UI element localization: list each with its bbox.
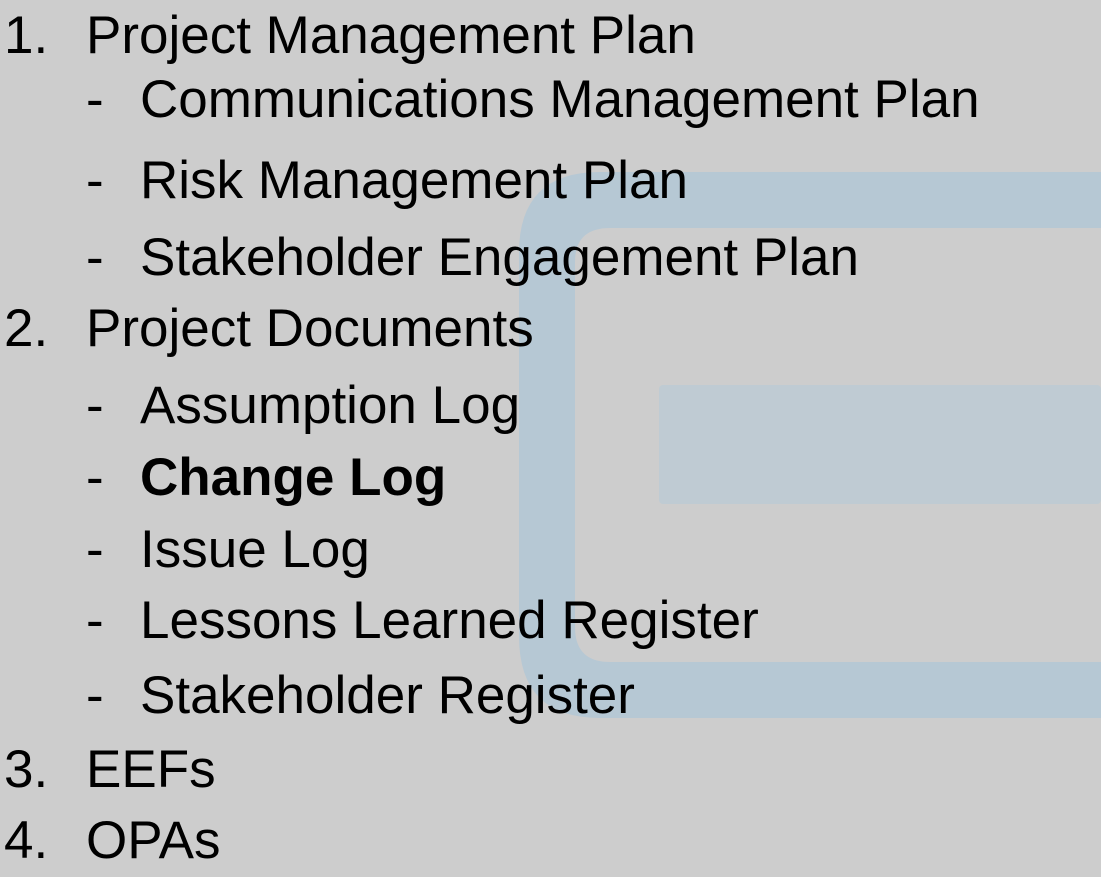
subitem-label: Issue Log: [140, 520, 370, 579]
section-number: 3.: [4, 740, 49, 799]
section-number: 4.: [4, 811, 49, 870]
subitem-label: Stakeholder Register: [140, 666, 635, 725]
dash-marker: -: [86, 520, 104, 579]
subitem-label: Risk Management Plan: [140, 151, 688, 210]
section-number: 2.: [4, 299, 49, 358]
section-title: Project Management Plan: [86, 6, 696, 65]
section-number: 1.: [4, 6, 49, 65]
dash-marker: -: [86, 151, 104, 210]
subitem-label: Communications Management Plan: [140, 70, 980, 129]
subitem-label: Lessons Learned Register: [140, 591, 759, 650]
section-title: OPAs: [86, 811, 221, 870]
dash-marker: -: [86, 70, 104, 129]
dash-marker: -: [86, 666, 104, 725]
dash-marker: -: [86, 591, 104, 650]
section-title: EEFs: [86, 740, 216, 799]
dash-marker: -: [86, 376, 104, 435]
subitem-label-emphasized: Change Log: [140, 448, 447, 507]
agenda-outline: 1. Project Management Plan - Communicati…: [0, 0, 1101, 870]
subitem-label: Assumption Log: [140, 376, 521, 435]
dash-marker: -: [86, 448, 104, 507]
subitem-label: Stakeholder Engagement Plan: [140, 228, 859, 287]
section-title: Project Documents: [86, 299, 534, 358]
dash-marker: -: [86, 228, 104, 287]
